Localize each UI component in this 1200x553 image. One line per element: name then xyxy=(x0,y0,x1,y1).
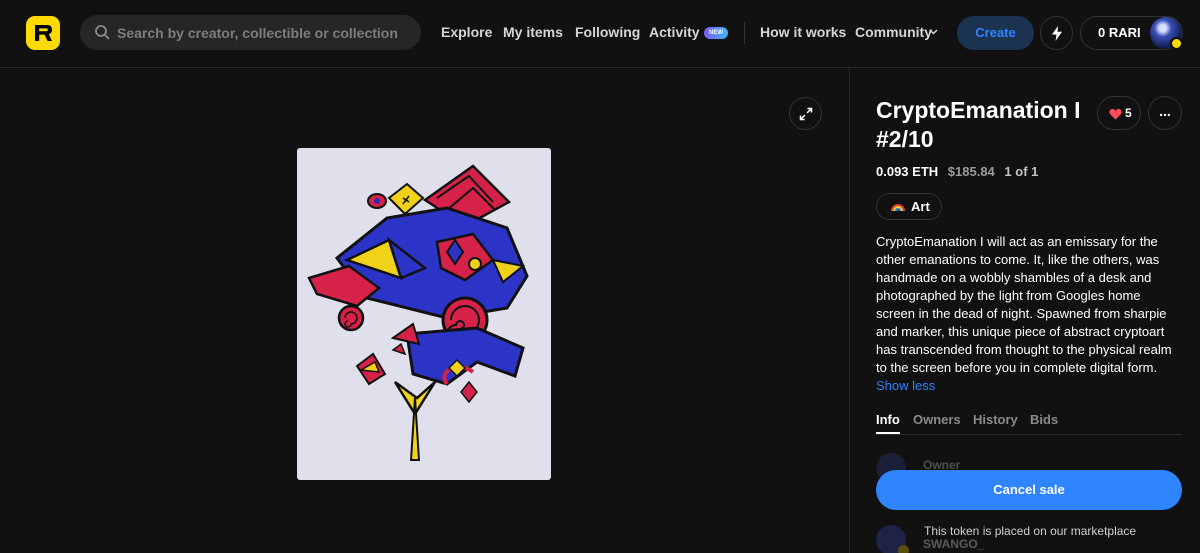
tab-info[interactable]: Info xyxy=(876,412,900,427)
description-text: CryptoEmanation I will act as an emissar… xyxy=(876,234,1172,375)
expand-icon xyxy=(799,107,813,121)
rarible-logo-icon[interactable] xyxy=(26,16,60,50)
search-bar[interactable] xyxy=(80,15,421,50)
page-title: CryptoEmanation I #2/10 xyxy=(876,97,1081,152)
category-label: Art xyxy=(911,199,930,214)
rainbow-icon xyxy=(891,204,905,212)
expand-button[interactable] xyxy=(789,97,822,130)
tab-owners[interactable]: Owners xyxy=(913,412,961,427)
price-eth: 0.093 ETH xyxy=(876,164,939,179)
nav-activity[interactable]: Activity xyxy=(649,24,700,40)
like-button[interactable]: 5 xyxy=(1097,96,1141,130)
verified-icon xyxy=(898,545,909,553)
top-header: Explore My items Following Activity NEW … xyxy=(0,0,1200,68)
nav-explore[interactable]: Explore xyxy=(441,24,492,40)
tab-history[interactable]: History xyxy=(973,412,1018,427)
nav-my-items[interactable]: My items xyxy=(503,24,563,40)
nav-following[interactable]: Following xyxy=(575,24,640,40)
cancel-sale-button[interactable]: Cancel sale xyxy=(876,470,1182,510)
price-usd: $185.84 xyxy=(947,164,995,179)
verified-icon xyxy=(1170,37,1183,50)
lightning-icon xyxy=(1052,26,1062,41)
nav-how-it-works[interactable]: How it works xyxy=(760,24,846,40)
nav-divider xyxy=(744,22,745,44)
marketplace-note: This token is placed on our marketplace xyxy=(924,524,1137,538)
tabs-divider xyxy=(876,434,1182,435)
more-options-button[interactable]: ... xyxy=(1148,96,1182,130)
like-count: 5 xyxy=(1125,106,1132,120)
rari-balance: 0 RARI xyxy=(1098,25,1141,40)
tab-bids[interactable]: Bids xyxy=(1030,412,1058,427)
edition-count: 1 of 1 xyxy=(1004,164,1039,179)
abstract-artwork-illustration xyxy=(307,164,529,461)
new-badge: NEW xyxy=(704,27,728,39)
item-description: CryptoEmanation I will act as an emissar… xyxy=(876,233,1182,395)
lightning-button[interactable] xyxy=(1040,16,1073,50)
artwork-image[interactable] xyxy=(297,148,551,480)
heart-icon xyxy=(1109,108,1122,120)
nav-community[interactable]: Community xyxy=(855,24,932,40)
create-button[interactable]: Create xyxy=(957,16,1034,50)
creator-name: SWANGO_ xyxy=(923,537,985,551)
price-line: 0.093 ETH $185.84 1 of 1 xyxy=(876,164,1038,179)
category-tag[interactable]: Art xyxy=(876,193,942,220)
search-icon xyxy=(95,25,110,40)
search-input[interactable] xyxy=(117,15,412,50)
chevron-down-icon[interactable] xyxy=(929,29,938,35)
show-less-link[interactable]: Show less xyxy=(876,378,935,393)
